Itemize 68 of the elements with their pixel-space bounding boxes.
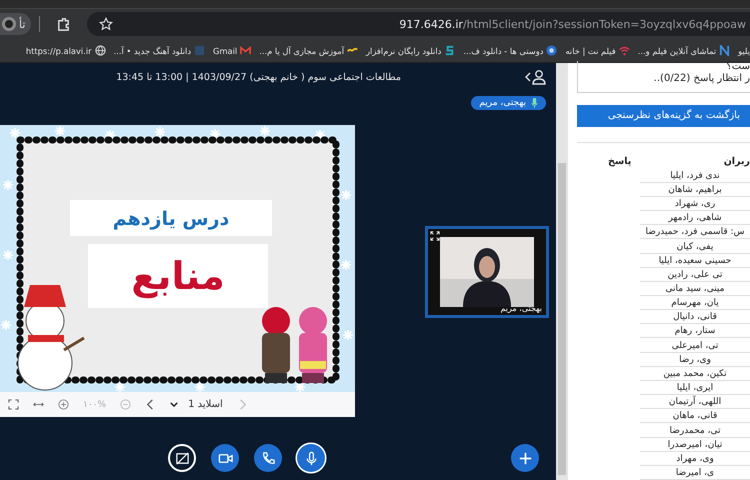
user-name-cell: حسینی سعیده، ایلیا [658, 256, 732, 267]
extensions-icon[interactable] [56, 16, 72, 32]
zoom-in-icon[interactable] [58, 399, 69, 410]
bookmark-link[interactable]: دانلود رایگان نرم‌افزار [366, 45, 456, 56]
caret-icon [170, 402, 178, 407]
slide-title: درس یازدهم [112, 208, 230, 230]
screen-share-button[interactable] [168, 444, 196, 472]
phone-icon [260, 450, 276, 466]
user-name-cell: ایری، ایلیا [676, 383, 714, 394]
user-name-cell: تیان، امیرصدرا [668, 440, 722, 451]
user-name-cell: اللهی، آرتیمان [668, 397, 722, 408]
user-name-cell: ری، شهراد [674, 199, 716, 210]
user-name-cell: ندی فرد، ایلیا [670, 170, 720, 182]
square-icon [194, 45, 206, 56]
user-name-cell: وی، رضا [679, 354, 711, 366]
fullscreen-icon[interactable] [8, 399, 19, 410]
meeting-title: مطالعات اجتماعی سوم ( خانم بهجتی) 1403/09/27 | 13:00 تا 13:45 [116, 72, 401, 82]
user-name-cell: مینی، سید مانی [666, 284, 724, 296]
user-name-cell: وی، مهراد [676, 454, 714, 465]
bookmark-link[interactable]: فیلم نت | خانه [565, 45, 630, 56]
poll-status: ر انتظار پاسخ (0/22).. [654, 73, 750, 85]
globe-icon [94, 45, 106, 56]
user-name-cell: س: قاسمی فرد، حمیدرضا [646, 227, 745, 238]
audio-button[interactable] [254, 444, 282, 472]
letter-n-icon [719, 45, 730, 56]
scrollbar[interactable] [556, 63, 568, 480]
badge-icon [546, 45, 558, 56]
bookmark-link[interactable]: یلیو [738, 46, 750, 56]
user-name-cell: شاهی، رادمهر [668, 213, 722, 224]
bookmark-link[interactable]: Gmail [213, 45, 252, 56]
tab-button[interactable]: تأ [0, 13, 32, 35]
slide-selector[interactable]: اسلاید 1 [170, 399, 223, 410]
wifi-icon [618, 45, 630, 56]
column-header: ربران [724, 156, 750, 167]
zoom-level: ۱۰۰% [83, 400, 106, 410]
microphone-icon [304, 450, 318, 466]
column-header: پاسخ [608, 156, 632, 167]
user-name-cell: قانی، ماهان [672, 411, 718, 422]
mail-icon [240, 45, 252, 56]
bookmark-link[interactable]: دوستی ها - دانلود ف... [463, 45, 558, 56]
user-name-cell: تکین، محمد مبین [663, 368, 727, 380]
bookmark-link[interactable]: https://p.alavi.ir [26, 45, 106, 56]
user-name-cell: تی علی، رادین [668, 270, 722, 281]
back-button[interactable]: بازگشت به گزینه‌های نظرسنجی [577, 105, 750, 127]
slide-heading: منابع [131, 254, 225, 298]
user-name-cell: تی، امیرعلی [672, 340, 718, 352]
actions-button[interactable] [511, 444, 539, 472]
user-name-cell: ی، امیرضا [676, 468, 714, 480]
bookmark-link[interactable]: تماشای آنلاین فیلم و... [638, 45, 730, 56]
user-name-cell: قانی، دانیال [673, 312, 717, 324]
bookmark-link[interactable]: دانلود آهنگ جدید • آ... [114, 45, 206, 56]
screen-share-icon [174, 450, 190, 466]
microphone-button[interactable] [297, 444, 325, 472]
letter-s-icon [444, 45, 456, 56]
user-name-cell: براهیم، شاهان [668, 184, 722, 196]
microphone-icon [531, 98, 538, 108]
bookmark-link[interactable]: آموزش مجازی آل یا م... [259, 45, 358, 56]
user-name-cell: یان، مهرسام [671, 298, 719, 310]
star-icon[interactable] [99, 17, 114, 31]
user-name-cell: ستار، رهام [674, 326, 716, 338]
address-bar[interactable]: 917.6426.ir/html5client/join?sessionToken=3oyzqlxv6q4ppoaw [87, 12, 750, 36]
participant-name: بهجتی، مریم [500, 304, 542, 313]
user-list-icon[interactable] [524, 69, 546, 85]
camera-button[interactable] [211, 444, 239, 472]
user-name-cell: یفی، کیان [676, 242, 714, 253]
presenter-chip[interactable]: بهجتی، مریم [471, 96, 546, 110]
user-name-cell: تی، محمدرضا [669, 426, 721, 437]
plus-icon [518, 450, 532, 466]
